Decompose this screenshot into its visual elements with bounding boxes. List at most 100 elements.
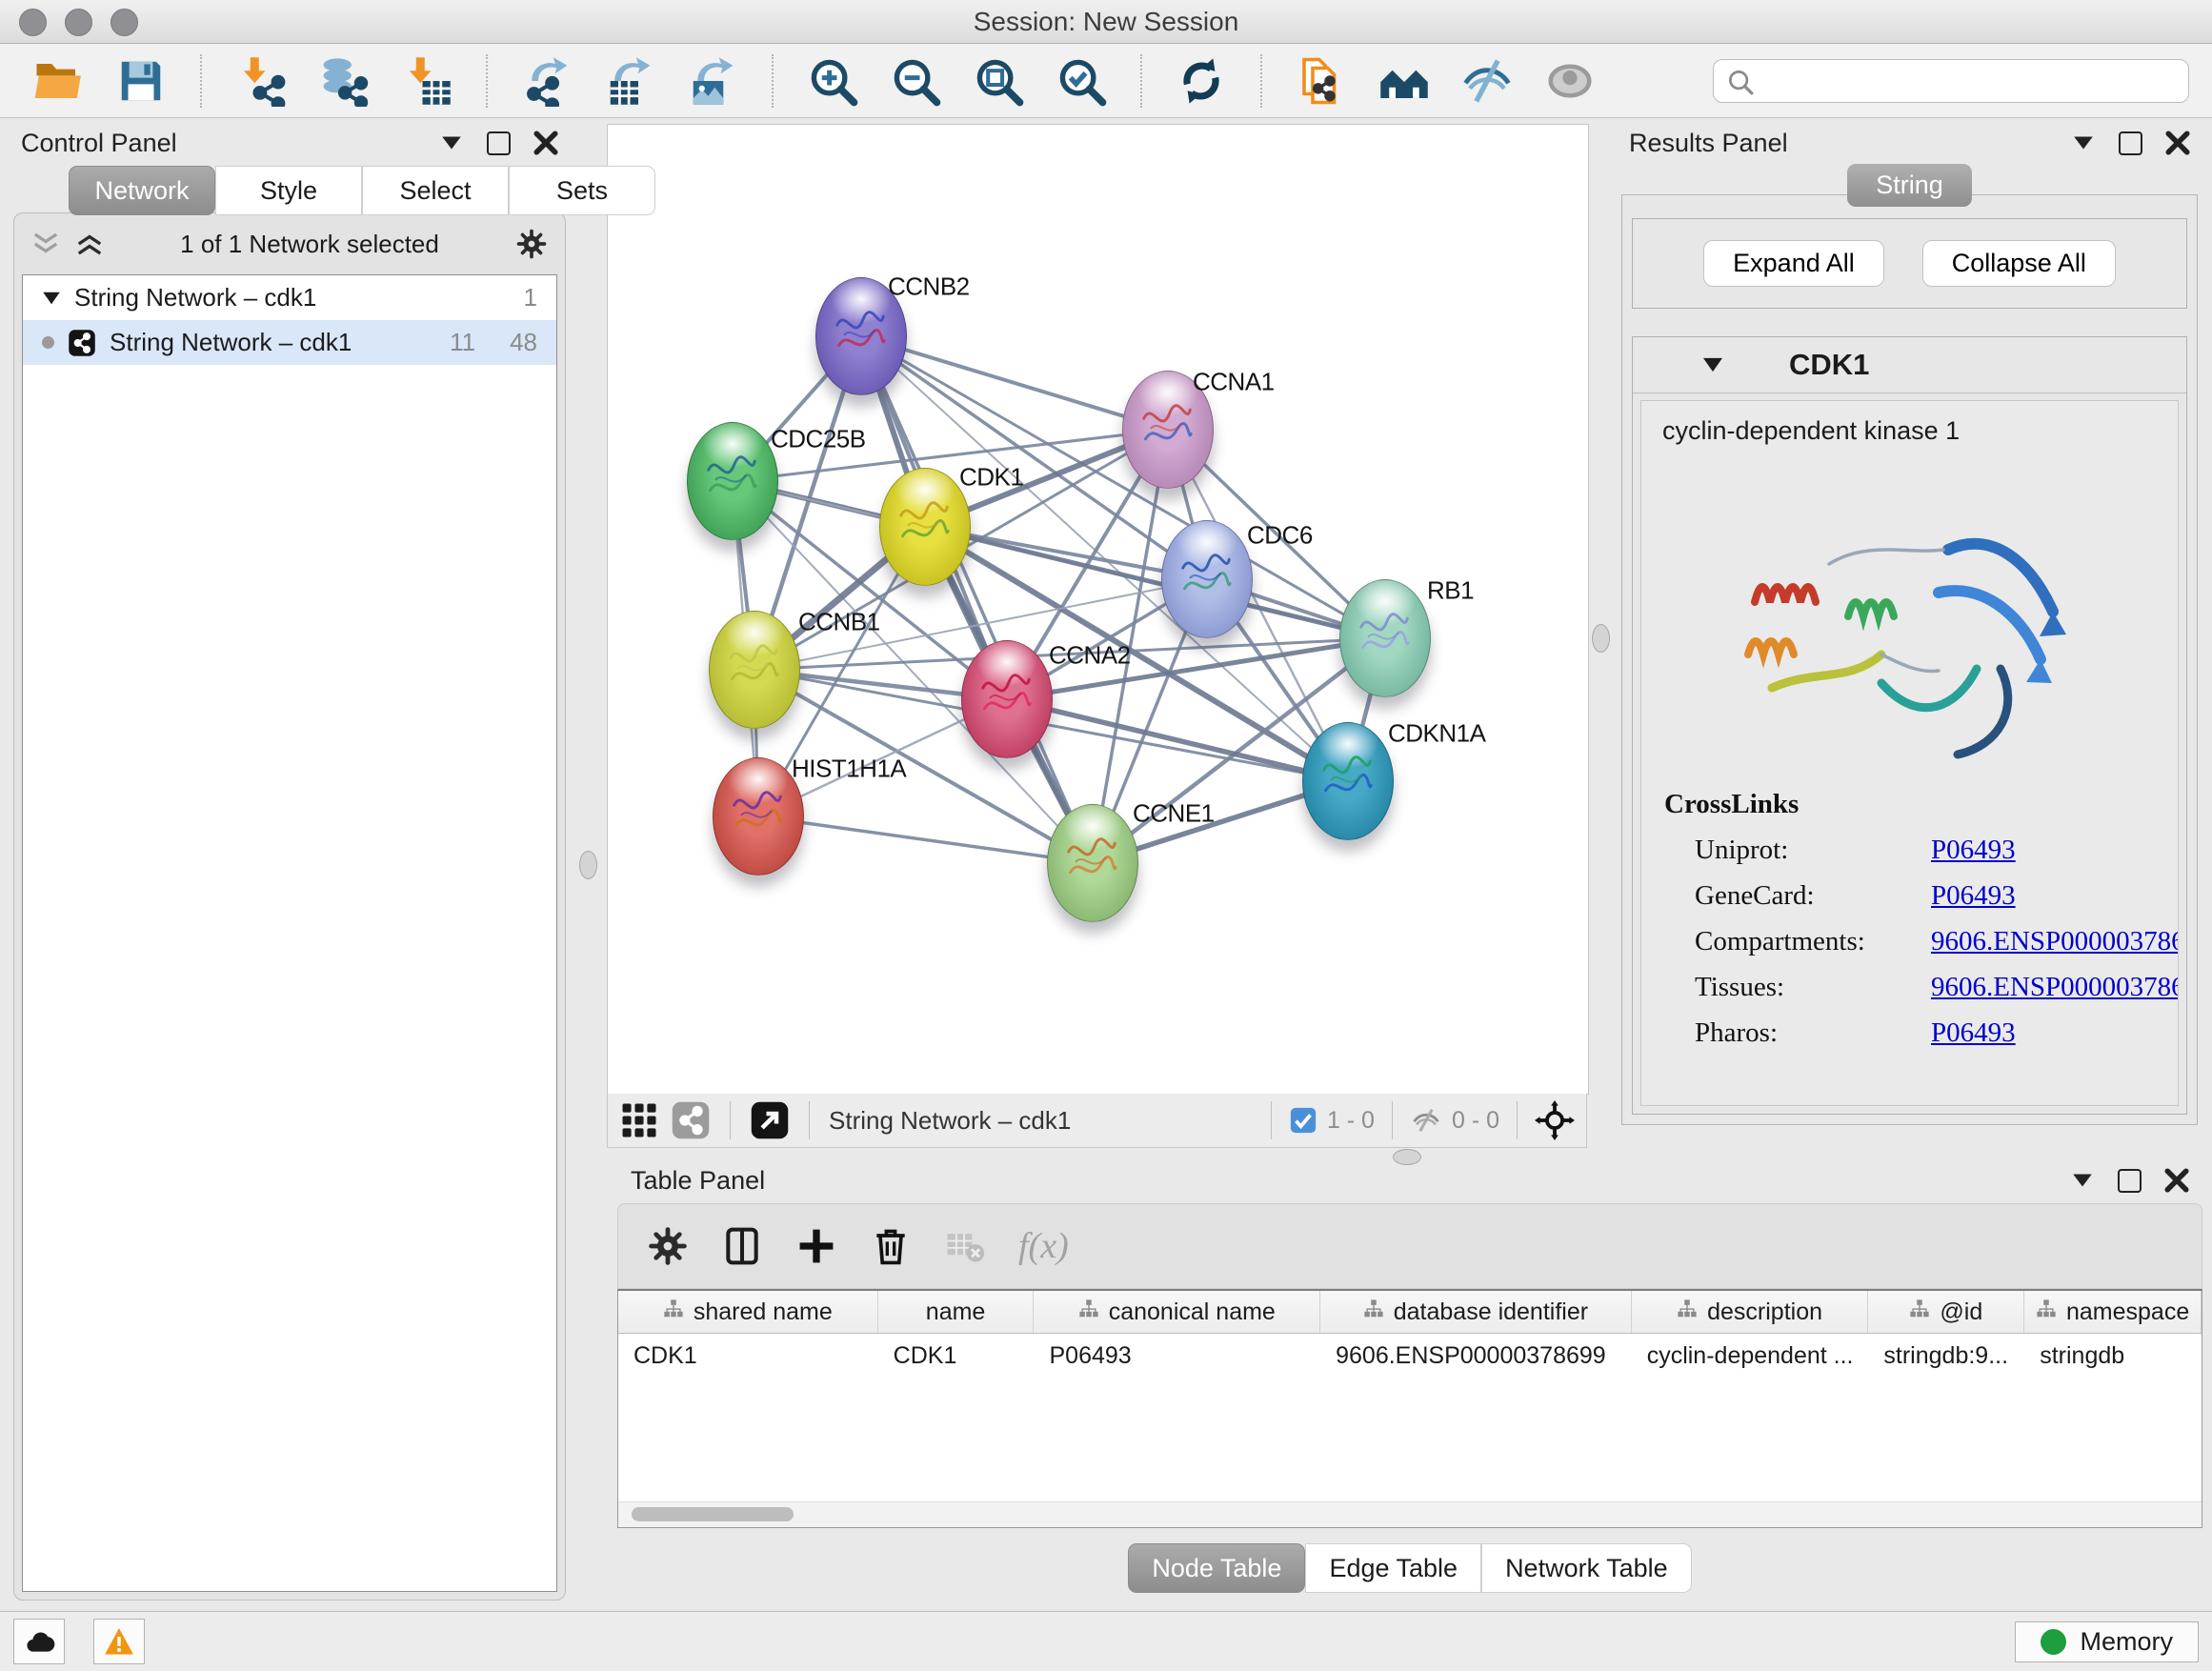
float-panel-icon[interactable]: [487, 131, 511, 155]
panel-menu-icon[interactable]: [2070, 1168, 2095, 1193]
search-input[interactable]: [1713, 59, 2189, 103]
column-header-description[interactable]: description: [1632, 1291, 1869, 1333]
export-image-button[interactable]: [687, 55, 738, 107]
cloud-status-button[interactable]: [13, 1619, 65, 1664]
crosslink-link[interactable]: P06493: [1931, 1017, 2016, 1049]
tab-select[interactable]: Select: [362, 166, 509, 215]
expand-all-button[interactable]: Expand All: [1703, 240, 1884, 287]
column-header-canonical-name[interactable]: canonical name: [1034, 1291, 1320, 1333]
memory-button[interactable]: Memory: [2015, 1621, 2199, 1662]
table-cell[interactable]: stringdb: [2024, 1342, 2202, 1370]
scrollbar-thumb[interactable]: [632, 1507, 794, 1521]
birds-eye-grid-icon[interactable]: [619, 1100, 659, 1140]
show-columns-icon[interactable]: [721, 1225, 763, 1267]
network-collection-row[interactable]: String Network – cdk1 1: [23, 275, 556, 320]
apply-layout-button[interactable]: [1176, 55, 1227, 107]
tab-network[interactable]: Network: [69, 166, 215, 215]
network-options-gear-icon[interactable]: [515, 228, 548, 260]
export-table-button[interactable]: [604, 55, 655, 107]
gene-section-header[interactable]: CDK1: [1633, 337, 2186, 393]
selected-checkbox-icon[interactable]: [1289, 1106, 1317, 1135]
table-cell[interactable]: cyclin-dependent ...: [1632, 1342, 1869, 1370]
gene-disclosure-icon[interactable]: [1701, 355, 1724, 374]
graph-node-CCNB1[interactable]: [709, 611, 800, 729]
tab-network-table[interactable]: Network Table: [1481, 1543, 1692, 1593]
graph-node-HIST1H1A[interactable]: [713, 757, 804, 876]
table-cell[interactable]: stringdb:9...: [1868, 1342, 2024, 1370]
edge-HIST1H1A-CCNE1[interactable]: [758, 816, 1093, 863]
table-cell[interactable]: 9606.ENSP00000378699: [1320, 1342, 1632, 1370]
tab-node-table[interactable]: Node Table: [1128, 1543, 1305, 1593]
hidden-eye-icon[interactable]: [1410, 1106, 1442, 1135]
collapse-all-icon[interactable]: [31, 232, 60, 256]
zoom-out-button[interactable]: [890, 55, 941, 107]
table-cell[interactable]: CDK1: [618, 1342, 878, 1370]
warnings-button[interactable]: [93, 1619, 145, 1664]
open-session-button[interactable]: [32, 55, 84, 107]
import-table-button[interactable]: [401, 55, 452, 107]
open-in-new-window-icon[interactable]: [750, 1100, 790, 1140]
create-column-plus-icon[interactable]: [795, 1225, 837, 1267]
panel-menu-icon[interactable]: [439, 131, 464, 155]
network-share-icon[interactable]: [671, 1100, 711, 1140]
close-panel-icon[interactable]: [2164, 1168, 2189, 1193]
tab-style[interactable]: Style: [215, 166, 362, 215]
edge-CCNB2-CCNA1[interactable]: [861, 336, 1168, 430]
zoom-selected-button[interactable]: [1056, 55, 1107, 107]
expand-all-icon[interactable]: [75, 232, 104, 256]
left-splitter-handle[interactable]: [579, 851, 597, 879]
tab-sets[interactable]: Sets: [509, 166, 655, 215]
graph-node-CCNA2[interactable]: [961, 640, 1053, 758]
float-panel-icon[interactable]: [2118, 1169, 2142, 1193]
close-panel-icon[interactable]: [533, 131, 558, 155]
table-horizontal-scrollbar[interactable]: [618, 1501, 2202, 1527]
close-panel-icon[interactable]: [2165, 131, 2190, 155]
right-splitter-handle[interactable]: [1592, 624, 1610, 653]
tab-string[interactable]: String: [1847, 164, 1972, 207]
collection-disclosure-icon[interactable]: [42, 290, 61, 307]
zoom-fit-button[interactable]: [973, 55, 1024, 107]
graph-node-CDK1[interactable]: [879, 468, 971, 586]
save-session-button[interactable]: [115, 55, 167, 107]
close-window-button[interactable]: [19, 9, 47, 36]
crosslink-link[interactable]: 9606.ENSP00000378699: [1931, 972, 2179, 1003]
home-button[interactable]: [1378, 55, 1430, 107]
column-header-shared-name[interactable]: shared name: [618, 1291, 878, 1333]
column-header-name[interactable]: name: [878, 1291, 1035, 1333]
column-header-@id[interactable]: @id: [1868, 1291, 2024, 1333]
pan-crosshair-icon[interactable]: [1535, 1100, 1575, 1140]
zoom-window-button[interactable]: [111, 9, 138, 36]
collapse-all-button[interactable]: Collapse All: [1922, 240, 2116, 287]
new-network-from-selection-button[interactable]: [1296, 55, 1347, 107]
column-header-database-identifier[interactable]: database identifier: [1320, 1291, 1632, 1333]
crosslink-link[interactable]: P06493: [1931, 835, 2016, 866]
panel-menu-icon[interactable]: [2071, 131, 2096, 155]
table-cell[interactable]: P06493: [1034, 1342, 1320, 1370]
network-row-selected[interactable]: String Network – cdk1 11 48: [23, 320, 556, 365]
tab-edge-table[interactable]: Edge Table: [1305, 1543, 1481, 1593]
table-settings-gear-icon[interactable]: [647, 1225, 689, 1267]
network-view-canvas[interactable]: CCNB2CCNA1CDC25BCDK1CDC6RB1CCNB1CCNA2CDK…: [607, 124, 1589, 1095]
show-all-button[interactable]: [1544, 55, 1596, 107]
graph-node-CCNE1[interactable]: [1047, 804, 1138, 922]
import-network-database-button[interactable]: [318, 55, 370, 107]
export-network-button[interactable]: [521, 55, 573, 107]
graph-node-CDC6[interactable]: [1161, 520, 1253, 638]
crosslink-link[interactable]: P06493: [1931, 880, 2016, 912]
collection-count: 1: [524, 283, 537, 312]
column-header-namespace[interactable]: namespace: [2024, 1291, 2202, 1333]
graph-node-RB1[interactable]: [1339, 579, 1431, 697]
edge-CCNB2-CCNE1[interactable]: [861, 336, 1093, 863]
zoom-in-button[interactable]: [807, 55, 858, 107]
table-row[interactable]: CDK1CDK1P064939606.ENSP00000378699cyclin…: [618, 1334, 2202, 1378]
delete-column-trash-icon[interactable]: [870, 1225, 912, 1267]
float-panel-icon[interactable]: [2119, 131, 2142, 155]
import-network-file-button[interactable]: [235, 55, 287, 107]
minimize-window-button[interactable]: [65, 9, 92, 36]
graph-node-CDC25B[interactable]: [687, 422, 778, 540]
edge-CCNA2-CDKN1A[interactable]: [1007, 699, 1348, 781]
table-cell[interactable]: CDK1: [878, 1342, 1035, 1370]
hide-selected-button[interactable]: [1461, 55, 1513, 107]
graph-node-CDKN1A[interactable]: [1302, 722, 1394, 840]
crosslink-link[interactable]: 9606.ENSP00000378699: [1931, 926, 2179, 957]
